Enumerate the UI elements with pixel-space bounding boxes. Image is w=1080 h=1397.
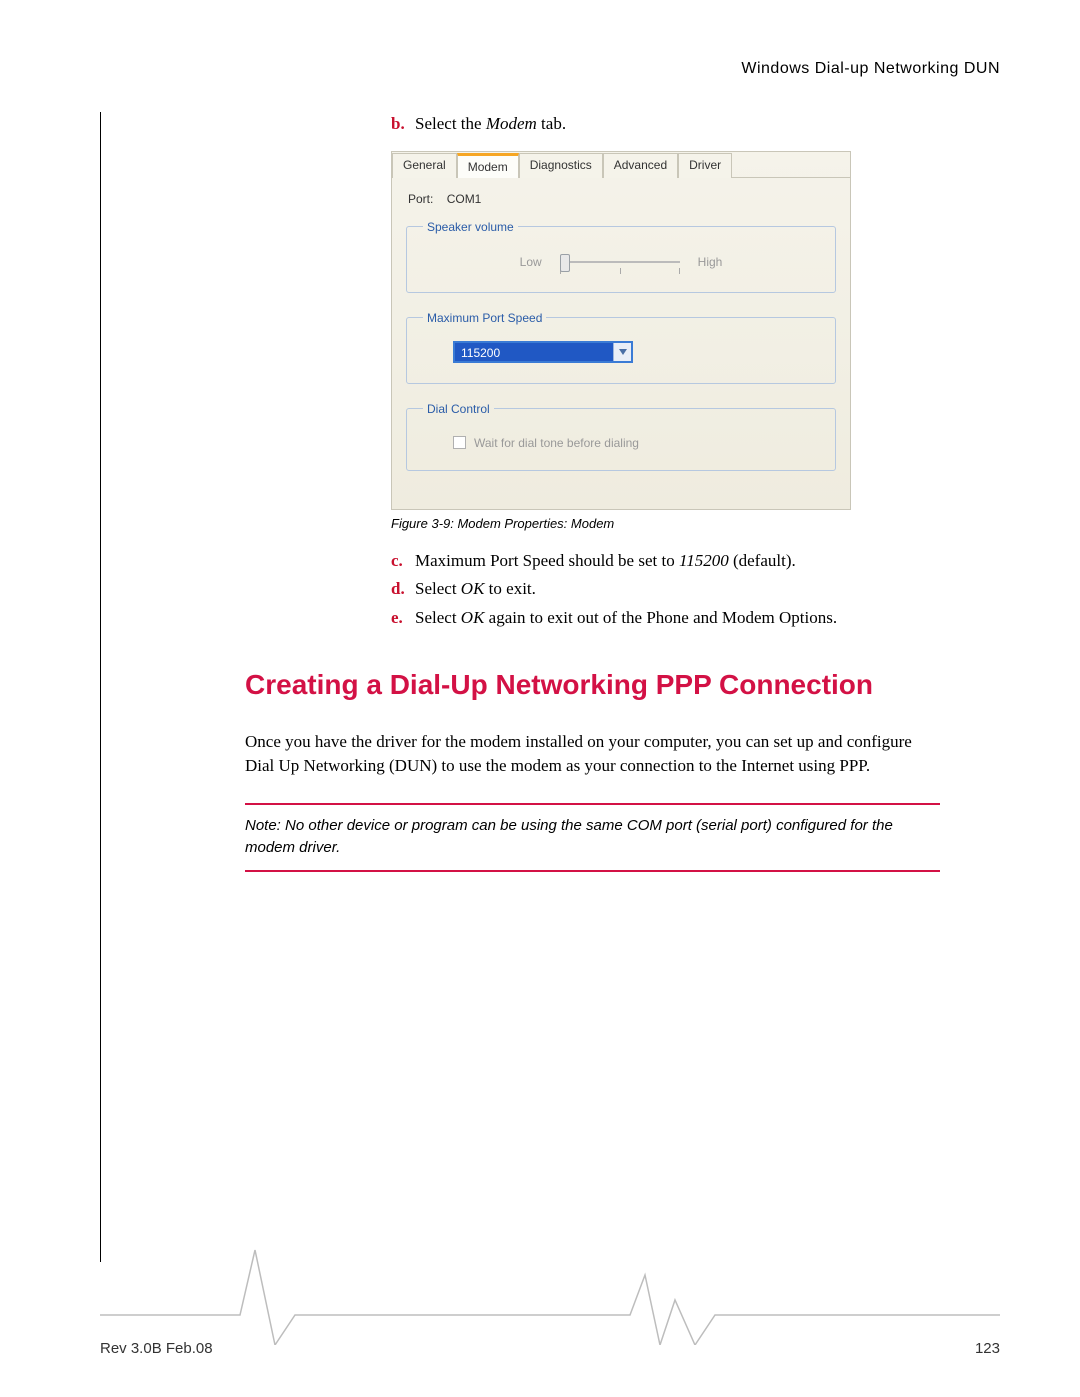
page-header: Windows Dial-up Networking DUN [100,60,1000,78]
note-box: Note: No other device or program can be … [245,803,940,872]
tab-modem[interactable]: Modem [457,153,519,178]
port-row: Port: COM1 [408,192,836,206]
step-text: Select OK to exit. [415,577,940,602]
tab-advanced[interactable]: Advanced [603,153,678,178]
slider-thumb-icon[interactable] [560,254,570,272]
port-speed-value: 115200 [455,343,613,361]
step-d: d. Select OK to exit. [391,577,940,602]
dial-control-group: Dial Control Wait for dial tone before d… [406,402,836,471]
step-marker: c. [391,549,415,574]
tab-driver[interactable]: Driver [678,153,732,178]
footer-page-number: 123 [975,1340,1000,1357]
speaker-volume-slider[interactable] [560,252,680,272]
step-e: e. Select OK again to exit out of the Ph… [391,606,940,631]
speaker-volume-legend: Speaker volume [423,220,518,234]
speaker-volume-group: Speaker volume Low High [406,220,836,293]
footer-revision: Rev 3.0B Feb.08 [100,1340,213,1357]
page-footer: Rev 3.0B Feb.08 123 [100,1340,1000,1357]
port-speed-combobox[interactable]: 115200 [453,341,633,363]
max-port-speed-group: Maximum Port Speed 115200 [406,311,836,384]
chevron-down-icon[interactable] [613,343,631,361]
port-value: COM1 [447,192,482,206]
max-port-speed-legend: Maximum Port Speed [423,311,546,325]
step-marker: e. [391,606,415,631]
speaker-low-label: Low [520,255,542,269]
wait-dial-tone-checkbox[interactable] [453,436,466,449]
step-c: c. Maximum Port Speed should be set to 1… [391,549,940,574]
dialog-tabs: General Modem Diagnostics Advanced Drive… [392,152,850,178]
step-b: b. Select the Modem tab. [391,112,940,137]
figure-caption: Figure 3-9: Modem Properties: Modem [391,516,940,531]
tab-general[interactable]: General [392,153,457,178]
intro-paragraph: Once you have the driver for the modem i… [245,730,940,779]
step-marker: d. [391,577,415,602]
step-text: Maximum Port Speed should be set to 1152… [415,549,940,574]
dialog-body: Port: COM1 Speaker volume Low [392,178,850,509]
dial-control-legend: Dial Control [423,402,494,416]
section-heading: Creating a Dial-Up Networking PPP Connec… [245,667,940,702]
step-list-bottom: c. Maximum Port Speed should be set to 1… [391,549,940,631]
document-page: Windows Dial-up Networking DUN b. Select… [0,0,1080,1397]
tab-diagnostics[interactable]: Diagnostics [519,153,603,178]
step-marker: b. [391,112,415,137]
step-text: Select the Modem tab. [415,112,940,137]
content-column: b. Select the Modem tab. General Modem D… [100,112,1000,1262]
modem-properties-dialog: General Modem Diagnostics Advanced Drive… [391,151,851,510]
step-text: Select OK again to exit out of the Phone… [415,606,940,631]
step-list-top: b. Select the Modem tab. [391,112,940,137]
port-label: Port: [408,192,433,206]
wait-dial-tone-label: Wait for dial tone before dialing [474,436,639,450]
speaker-high-label: High [698,255,723,269]
